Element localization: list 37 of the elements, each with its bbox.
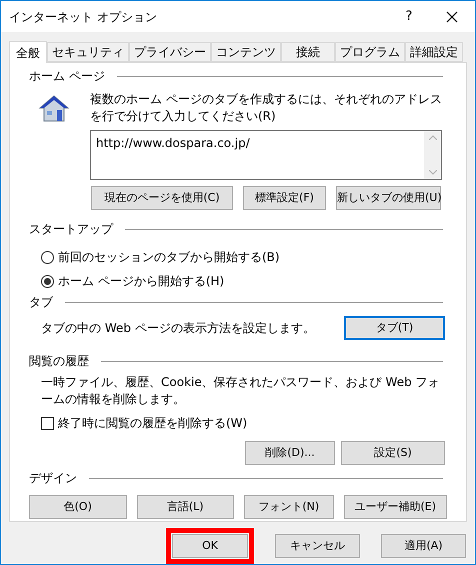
help-button[interactable]: ?: [389, 6, 429, 26]
dialog-button[interactable]: 色(O): [29, 495, 126, 519]
dialog-button[interactable]: 言語(L): [136, 495, 234, 519]
dialog-button[interactable]: 現在のページを使用(C): [91, 186, 233, 210]
dialog-button[interactable]: タブ(T): [344, 316, 445, 340]
tab[interactable]: プログラム: [335, 42, 405, 62]
description-text: タブの中の Web ページの表示方法を設定します。: [41, 320, 315, 337]
dialog-button[interactable]: OK: [172, 534, 248, 558]
url-value: http://www.dospara.co.jp/: [95, 135, 251, 152]
checkbox[interactable]: [41, 416, 54, 430]
dialog-button[interactable]: 適用(A): [381, 534, 466, 558]
dialog-button[interactable]: 削除(D)...: [245, 441, 335, 465]
tab[interactable]: プライバシー: [129, 42, 211, 62]
group-heading: スタートアップ: [29, 221, 113, 238]
group-heading: 閲覧の履歴: [29, 353, 89, 370]
group-heading: タブ: [29, 294, 53, 311]
dialog-button[interactable]: 設定(S): [341, 441, 445, 465]
dialog-button[interactable]: 新しいタブの使用(U): [336, 186, 441, 210]
tab[interactable]: 詳細設定: [405, 42, 463, 62]
description-text: 複数のホーム ページのタブを作成するには、それぞれのアドレスを行で分けて入力してください(R): [90, 91, 442, 125]
radio-label: ホーム ページから開始する(H): [58, 273, 224, 290]
dialog-button[interactable]: ユーザー補助(E): [344, 495, 448, 519]
window-title: インターネット オプション: [9, 8, 158, 26]
checkbox-label: 終了時に閲覧の履歴を削除する(W): [58, 415, 248, 432]
dialog-button[interactable]: キャンセル: [275, 534, 360, 558]
dialog-button[interactable]: フォント(N): [244, 495, 334, 519]
description-text: 一時ファイル、履歴、Cookie、保存されたパスワード、および Web フォームの情報を削除します。: [40, 374, 441, 408]
tab[interactable]: セキュリティ: [47, 42, 129, 62]
tab[interactable]: 全般: [9, 41, 47, 63]
group-heading: デザイン: [29, 470, 77, 487]
radio-button[interactable]: [41, 274, 54, 288]
radio-button[interactable]: [41, 250, 54, 264]
group-heading: ホーム ページ: [29, 68, 105, 85]
dialog-button[interactable]: 標準設定(F): [243, 186, 326, 210]
tab[interactable]: コンテンツ: [211, 42, 281, 62]
radio-label: 前回のセッションのタブから開始する(B): [58, 249, 280, 266]
tab[interactable]: 接続: [281, 42, 335, 62]
